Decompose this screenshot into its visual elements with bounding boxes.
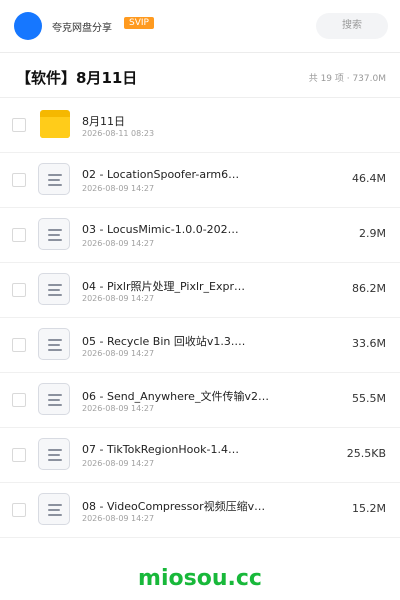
avatar[interactable] [14, 12, 42, 40]
folder-titlebar: 【软件】8月11日 共 19 项 · 737.0M [0, 53, 400, 98]
file-icon [38, 328, 70, 360]
row-checkbox[interactable] [12, 338, 26, 352]
item-size: 2.9M [359, 227, 386, 240]
brand-name: 夸克网盘分享 [52, 23, 112, 34]
file-icon [38, 438, 70, 470]
item-date: 2026-08-09 14:27 [82, 239, 155, 248]
row-checkbox[interactable] [12, 173, 26, 187]
file-icon [38, 163, 70, 195]
item-date: 2026-08-09 14:27 [82, 349, 155, 358]
item-name[interactable]: 08 - VideoCompressor视频压缩v… [82, 498, 265, 514]
file-icon [38, 383, 70, 415]
item-date: 2026-08-09 14:27 [82, 459, 155, 468]
svip-badge: SVIP [124, 17, 154, 29]
item-name[interactable]: 05 - Recycle Bin 回收站v1.3.… [82, 333, 245, 349]
file-icon [38, 493, 70, 525]
item-size: 46.4M [352, 172, 386, 185]
file-row[interactable]: 07 - TikTokRegionHook-1.4… 2026-08-09 14:… [0, 428, 400, 483]
item-date: 2026-08-11 08:23 [82, 129, 155, 138]
app-header: 夸克网盘分享 SVIP 搜索 [0, 0, 400, 53]
item-count-summary: 共 19 项 · 737.0M [308, 74, 386, 84]
item-size: 55.5M [352, 392, 386, 405]
item-date: 2026-08-09 14:27 [82, 404, 155, 413]
file-row[interactable]: 03 - LocusMimic-1.0.0-202… 2026-08-09 14:… [0, 208, 400, 263]
item-date: 2026-08-09 14:27 [82, 184, 155, 193]
item-name[interactable]: 04 - Pixlr照片处理_Pixlr_Expr… [82, 278, 245, 294]
file-row[interactable]: 02 - LocationSpoofer-arm6… 2026-08-09 14:… [0, 153, 400, 208]
file-icon [38, 273, 70, 305]
folder-row[interactable]: 8月11日 2026-08-11 08:23 [0, 98, 400, 153]
item-date: 2026-08-09 14:27 [82, 294, 155, 303]
row-checkbox[interactable] [12, 118, 26, 132]
row-checkbox[interactable] [12, 283, 26, 297]
item-size: 86.2M [352, 282, 386, 295]
item-name[interactable]: 03 - LocusMimic-1.0.0-202… [82, 223, 239, 236]
file-row[interactable]: 05 - Recycle Bin 回收站v1.3.… 2026-08-09 14:… [0, 318, 400, 373]
item-name[interactable]: 02 - LocationSpoofer-arm6… [82, 168, 239, 181]
file-row[interactable]: 04 - Pixlr照片处理_Pixlr_Expr… 2026-08-09 14:… [0, 263, 400, 318]
folder-icon [38, 108, 70, 140]
item-size: 33.6M [352, 337, 386, 350]
file-row[interactable]: 06 - Send_Anywhere_文件传输v2… 2026-08-09 14:… [0, 373, 400, 428]
page-title: 【软件】8月11日 [16, 69, 138, 87]
item-size: 15.2M [352, 502, 386, 515]
row-checkbox[interactable] [12, 448, 26, 462]
item-name[interactable]: 07 - TikTokRegionHook-1.4… [82, 443, 239, 456]
file-row[interactable]: 08 - VideoCompressor视频压缩v… 2026-08-09 14:… [0, 483, 400, 538]
item-name[interactable]: 06 - Send_Anywhere_文件传输v2… [82, 388, 269, 404]
row-checkbox[interactable] [12, 503, 26, 517]
row-checkbox[interactable] [12, 393, 26, 407]
row-checkbox[interactable] [12, 228, 26, 242]
file-icon [38, 218, 70, 250]
item-size: 25.5KB [346, 447, 386, 460]
search-button[interactable]: 搜索 [316, 13, 388, 39]
file-list: 8月11日 2026-08-11 08:23 02 - LocationSpoofe… [0, 98, 400, 538]
item-date: 2026-08-09 14:27 [82, 514, 155, 523]
watermark-text: miosou.cc [138, 566, 262, 591]
item-name[interactable]: 8月11日 [82, 113, 125, 129]
